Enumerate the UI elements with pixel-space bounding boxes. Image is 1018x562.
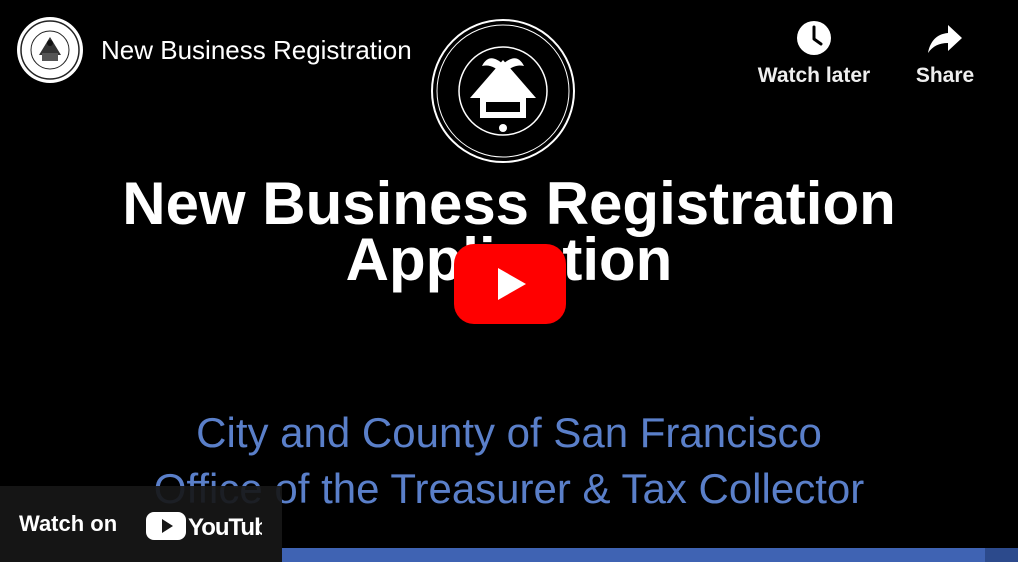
video-title[interactable]: New Business Registration [101, 33, 412, 67]
video-player[interactable]: New Business Registration Watch later Sh… [0, 0, 1018, 562]
channel-avatar[interactable] [17, 17, 83, 83]
treasurer-seal-icon [431, 19, 575, 163]
share-label: Share [915, 64, 975, 87]
clock-icon [797, 21, 831, 55]
share-arrow-icon [928, 25, 962, 53]
svg-text:YouTube: YouTube [188, 514, 262, 541]
youtube-play-icon[interactable] [454, 244, 566, 324]
youtube-logo-icon: YouTube [146, 512, 262, 541]
watch-on-youtube-button[interactable]: Watch on YouTube [0, 486, 282, 562]
slide-heading-line-1: New Business Registration [122, 170, 896, 237]
slide-bottom-bar [282, 548, 1018, 562]
share-button[interactable]: Share [880, 18, 1010, 98]
watch-later-label: Watch later [757, 64, 871, 87]
sf-treasurer-seal-icon [18, 18, 82, 82]
watch-on-label: Watch on [19, 511, 118, 536]
watch-later-button[interactable]: Watch later [749, 18, 879, 98]
slide-bottom-bar-end [985, 548, 1018, 562]
slide-subtitle-line-1: City and County of San Francisco [196, 409, 822, 456]
